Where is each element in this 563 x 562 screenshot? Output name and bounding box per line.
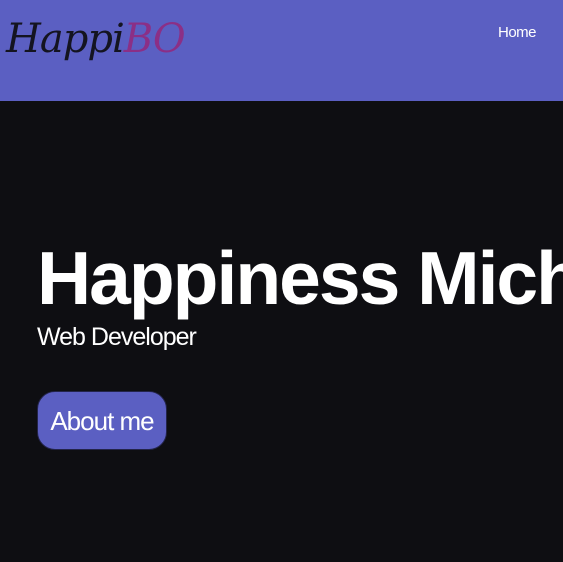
logo-text-happi: Happi (6, 16, 125, 62)
hero-subtitle: Web Developer (37, 323, 197, 351)
hero-section: Happiness Michael Web Developer (37, 236, 563, 352)
logo-text-bo: BO (123, 16, 186, 62)
about-me-button[interactable]: About me (37, 391, 167, 450)
hero-title: Happiness Michael (37, 236, 563, 320)
site-logo[interactable]: HappiBO (6, 14, 186, 64)
page: HappiBO Home Happiness Michael Web Devel… (0, 0, 563, 562)
navbar: HappiBO Home (0, 0, 563, 101)
nav-link-home[interactable]: Home (498, 24, 537, 42)
